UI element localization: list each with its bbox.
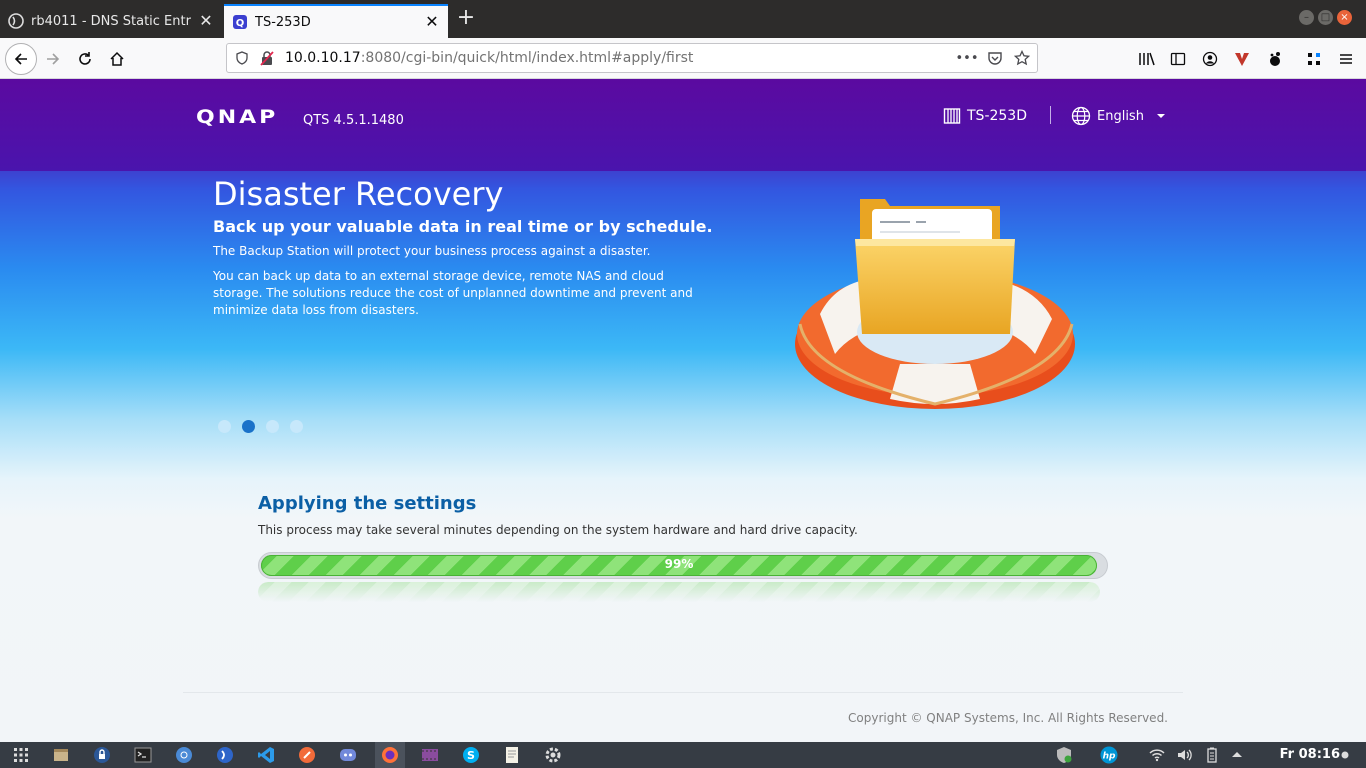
- language-label: English: [1097, 108, 1144, 124]
- forward-button[interactable]: [40, 46, 66, 72]
- home-icon: [110, 51, 124, 66]
- nas-device-icon: [943, 108, 961, 124]
- url-path: :8080/cgi-bin/quick/html/index.html#appl…: [360, 50, 694, 66]
- url-bar[interactable]: 10.0.10.17:8080/cgi-bin/quick/html/index…: [226, 43, 1038, 73]
- wifi-icon[interactable]: [1148, 746, 1166, 764]
- arrow-right-icon: [47, 53, 60, 65]
- pocket-icon[interactable]: [987, 50, 1003, 66]
- banner-paragraph: You can back up data to an external stor…: [213, 269, 693, 317]
- device-model-label: TS-253D: [967, 108, 1027, 124]
- skype-icon[interactable]: S: [462, 746, 480, 764]
- notification-dot-icon[interactable]: [1340, 746, 1350, 764]
- library-icon[interactable]: [1138, 50, 1156, 68]
- password-manager-icon[interactable]: [93, 746, 111, 764]
- firefox-icon[interactable]: [381, 746, 399, 764]
- banner-title: Disaster Recovery: [213, 175, 504, 213]
- winbox-icon[interactable]: [216, 746, 234, 764]
- carousel-dot-active[interactable]: [242, 420, 255, 433]
- insecure-lock-icon[interactable]: [259, 50, 275, 66]
- svg-text:Q: Q: [236, 18, 245, 29]
- progress-reflection: [258, 582, 1100, 602]
- close-tab-icon[interactable]: ✕: [198, 13, 214, 29]
- page-actions-icon[interactable]: •••: [956, 50, 979, 66]
- gnome-extension-icon[interactable]: [1265, 50, 1283, 68]
- terminal-icon[interactable]: [134, 746, 152, 764]
- device-model: TS-253D: [943, 107, 1027, 125]
- svg-text:S: S: [467, 749, 475, 762]
- qnap-favicon-icon: Q: [232, 14, 248, 30]
- tab-label: rb4011 - DNS Static Entr: [31, 13, 191, 29]
- mikrotik-favicon-icon: [8, 13, 24, 29]
- carousel-dot[interactable]: [266, 420, 279, 433]
- reload-button[interactable]: [72, 46, 98, 72]
- window-controls: – □ ×: [1299, 10, 1352, 25]
- vscode-icon[interactable]: [257, 746, 275, 764]
- arrow-left-icon: [14, 53, 27, 65]
- carousel-dot[interactable]: [218, 420, 231, 433]
- shield-icon[interactable]: [234, 50, 250, 66]
- tray-expand-icon[interactable]: [1228, 746, 1246, 764]
- taskbar-clock[interactable]: Fr 08:16: [1280, 747, 1340, 762]
- banner-subtitle: Back up your valuable data in real time …: [213, 217, 713, 236]
- app-grid-icon[interactable]: [12, 746, 30, 764]
- minimize-icon[interactable]: –: [1299, 10, 1314, 25]
- vivaldi-extension-icon[interactable]: [1233, 50, 1251, 68]
- footer-divider: [183, 692, 1183, 693]
- apply-title: Applying the settings: [258, 493, 477, 514]
- reload-icon: [79, 52, 91, 65]
- qnap-setup-page: QNAP QTS 4.5.1.1480 TS-253D English Disa…: [0, 79, 1366, 742]
- browser-tab-bar: rb4011 - DNS Static Entr ✕ Q TS-253D ✕ +…: [0, 0, 1366, 38]
- sidebar-icon[interactable]: [1169, 50, 1187, 68]
- discord-icon[interactable]: [339, 746, 357, 764]
- window-close-icon[interactable]: ×: [1337, 10, 1352, 25]
- text-editor-icon[interactable]: [503, 746, 521, 764]
- caret-down-icon: [1156, 114, 1165, 118]
- close-tab-icon[interactable]: ✕: [424, 14, 440, 30]
- hamburger-menu-icon[interactable]: [1337, 50, 1355, 68]
- page-header: QNAP QTS 4.5.1.1480 TS-253D English: [0, 79, 1366, 171]
- volume-icon[interactable]: [1175, 746, 1193, 764]
- header-divider: [1050, 106, 1051, 124]
- tab-ts-253d[interactable]: Q TS-253D ✕: [224, 4, 448, 38]
- hp-printer-icon[interactable]: hp: [1100, 746, 1118, 764]
- back-button[interactable]: [5, 43, 37, 75]
- apply-description: This process may take several minutes de…: [258, 523, 858, 537]
- svg-text:hp: hp: [1103, 752, 1116, 762]
- progress-percent: 99%: [664, 557, 694, 571]
- maximize-icon[interactable]: □: [1318, 10, 1333, 25]
- navigation-bar: 10.0.10.17:8080/cgi-bin/quick/html/index…: [0, 38, 1366, 79]
- account-icon[interactable]: [1201, 50, 1219, 68]
- carousel-dots: [218, 420, 303, 433]
- globe-icon: [1071, 106, 1091, 126]
- qnap-logo: QNAP: [196, 106, 279, 129]
- extensions-grid-icon[interactable]: [1305, 50, 1323, 68]
- security-shield-icon[interactable]: [1055, 746, 1073, 764]
- desktop-taskbar: S hp Fr 08:16: [0, 742, 1366, 768]
- url-host: 10.0.10.17: [285, 50, 361, 66]
- tab-rb4011[interactable]: rb4011 - DNS Static Entr ✕: [0, 4, 222, 38]
- settings-gear-icon[interactable]: [544, 746, 562, 764]
- lifebuoy-folder-illustration: [795, 199, 1075, 409]
- new-tab-icon[interactable]: +: [455, 7, 477, 30]
- bookmark-star-icon[interactable]: [1014, 50, 1030, 66]
- carousel-dot[interactable]: [290, 420, 303, 433]
- postman-icon[interactable]: [298, 746, 316, 764]
- home-button[interactable]: [104, 46, 130, 72]
- banner-paragraph: The Backup Station will protect your bus…: [213, 244, 651, 258]
- firmware-version: QTS 4.5.1.1480: [303, 113, 404, 128]
- video-editor-icon[interactable]: [421, 746, 439, 764]
- file-manager-icon[interactable]: [52, 746, 70, 764]
- copyright-text: Copyright © QNAP Systems, Inc. All Right…: [848, 711, 1168, 725]
- tab-label: TS-253D: [255, 14, 311, 30]
- battery-icon[interactable]: [1203, 746, 1221, 764]
- language-selector[interactable]: English: [1071, 106, 1166, 126]
- chromium-icon[interactable]: [175, 746, 193, 764]
- progress-bar: 99%: [258, 552, 1108, 579]
